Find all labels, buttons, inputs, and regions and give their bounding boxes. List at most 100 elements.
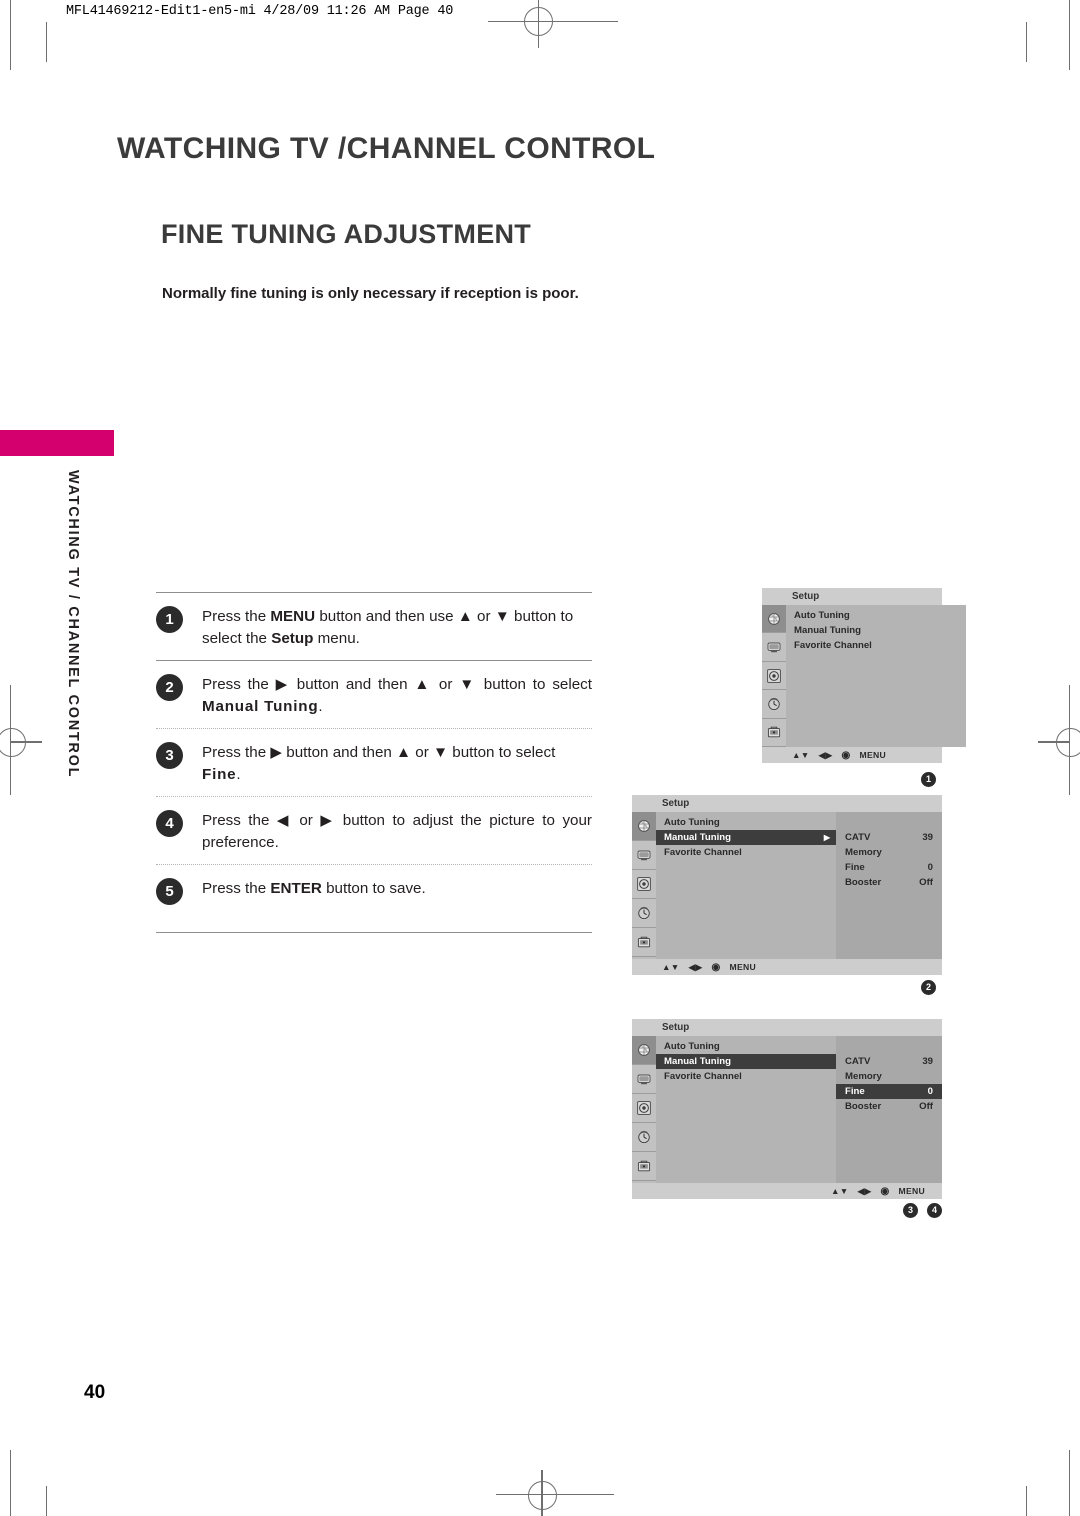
osd-title-bar: Setup [632, 795, 942, 812]
osd-menu-item[interactable]: Favorite Channel [656, 1069, 836, 1084]
osd-setting-row[interactable]: Fine 0 [836, 1084, 942, 1099]
osd-menu-item[interactable]: Manual Tuning [656, 1054, 836, 1069]
picture-icon[interactable] [632, 1065, 656, 1094]
left-right-arrows-icon: ◀▶ [818, 749, 833, 760]
osd-footer-hints: ▲▼ ◀▶ ◉ MENU [762, 747, 942, 763]
osd-step-marker: 4 [927, 1203, 942, 1218]
osd-setting-row[interactable]: CATV 39 [845, 1054, 942, 1069]
osd-category-rail [762, 605, 786, 748]
step-text: Press the MENU button and then use ▲ or … [202, 604, 592, 649]
time-icon[interactable] [632, 899, 656, 928]
osd-screenshot-3: Setup Auto Tuning Manual Tuning Favorite Ch… [632, 1019, 942, 1199]
menu-hint-label: MENU [729, 962, 756, 972]
step-text: Press the ▶ button and then ▲ or ▼ butto… [202, 672, 592, 717]
step-number-badge: 2 [156, 674, 183, 701]
osd-setting-value: 0 [927, 1086, 933, 1097]
picture-icon[interactable] [762, 633, 786, 662]
step-text-emphasis: Fine [202, 765, 237, 783]
osd-setting-label: Booster [845, 877, 882, 888]
osd-category-rail [632, 812, 656, 959]
step-number-badge: 5 [156, 878, 183, 905]
crop-line-bottom-left-v [10, 1450, 11, 1516]
channel-icon[interactable] [762, 605, 786, 634]
channel-icon[interactable] [632, 812, 656, 841]
crop-tick-bottom-left [46, 1486, 47, 1516]
lock-icon[interactable] [632, 928, 656, 957]
left-right-arrows-icon: ◀▶ [688, 961, 703, 972]
osd-menu-item[interactable]: Manual Tuning ▶ [656, 830, 836, 845]
steps-list: 1 Press the MENU button and then use ▲ or… [156, 592, 592, 933]
osd-setting-label: Memory [845, 1071, 882, 1082]
reg-bottom-circle [528, 1481, 557, 1510]
osd-menu-item[interactable]: Auto Tuning [786, 608, 966, 623]
osd-setting-row[interactable]: Booster Off [845, 875, 942, 890]
osd-setting-row[interactable]: Fine 0 [845, 860, 942, 875]
menu-hint-label: MENU [898, 1186, 925, 1196]
osd-category-rail [632, 1036, 656, 1183]
osd-menu-item-label: Manual Tuning [664, 832, 731, 843]
osd-menu-item-label: Manual Tuning [794, 625, 861, 636]
audio-icon[interactable] [632, 870, 656, 899]
audio-icon[interactable] [762, 661, 786, 691]
osd-step-marker: 1 [921, 772, 936, 787]
osd-menu-item[interactable]: Auto Tuning [656, 1039, 836, 1054]
osd-setting-row[interactable]: Booster Off [845, 1099, 942, 1114]
step-text-emphasis: Setup [271, 629, 314, 647]
osd-setting-label: CATV [845, 1056, 871, 1067]
osd-setting-label: Booster [845, 1101, 882, 1112]
osd-setting-label: Fine [845, 1086, 865, 1097]
osd-setting-value: Off [919, 1101, 933, 1112]
step-separator-5 [156, 932, 592, 933]
reg-top-h [488, 21, 618, 22]
osd-title-bar: Setup [762, 588, 942, 605]
step-text-segment: Press the ▶ button and then ▲ or ▼ butto… [202, 744, 556, 761]
reg-right-circle [1056, 728, 1080, 757]
crop-tick-bottom-right [1026, 1486, 1027, 1516]
osd-menu-item-label: Favorite Channel [794, 640, 872, 651]
osd-setting-label: Memory [845, 847, 882, 858]
osd-settings-column: CATV 39 Memory Fine 0 Booster Off [836, 812, 942, 959]
section-title: FINE TUNING ADJUSTMENT [161, 219, 532, 249]
audio-icon[interactable] [632, 1094, 656, 1123]
step-item: 4 Press the ◀ or ▶ button to adjust the p… [156, 797, 592, 864]
step-text-segment: button to save. [321, 880, 426, 897]
osd-setting-value: 0 [927, 862, 933, 873]
channel-icon[interactable] [632, 1036, 656, 1065]
osd-menu-item-label: Auto Tuning [664, 817, 720, 828]
time-icon[interactable] [632, 1123, 656, 1152]
step-item: 1 Press the MENU button and then use ▲ or… [156, 593, 592, 660]
osd-menu-item[interactable]: Favorite Channel [786, 638, 966, 653]
lock-icon[interactable] [632, 1152, 656, 1181]
crop-line-top-left-v [10, 0, 11, 70]
osd-footer-hints: ▲▼ ◀▶ ◉ MENU [632, 959, 942, 975]
time-icon[interactable] [762, 690, 786, 719]
running-head-vertical: WATCHING TV / CHANNEL CONTROL [65, 470, 81, 779]
osd-setting-row[interactable]: Memory [845, 1069, 942, 1084]
osd-menu-item[interactable]: Manual Tuning [786, 623, 966, 638]
crop-line-top-right-v [1069, 0, 1070, 70]
step-text-emphasis: Manual Tuning [202, 697, 319, 715]
step-text-segment: menu. [313, 629, 360, 647]
lock-icon[interactable] [762, 718, 786, 748]
osd-setting-row[interactable]: Memory [845, 845, 942, 860]
up-down-arrows-icon: ▲▼ [792, 750, 810, 760]
osd-footer-hints: ▲▼ ◀▶ ◉ MENU [632, 1183, 942, 1199]
osd-menu-item[interactable]: Favorite Channel [656, 845, 836, 860]
reg-left-circle [0, 728, 26, 757]
osd-setting-row[interactable]: CATV 39 [845, 830, 942, 845]
osd-body: Auto Tuning Manual Tuning Favorite Channel [762, 605, 966, 748]
osd-menu-item-label: Manual Tuning [664, 1056, 731, 1067]
osd-body: Auto Tuning Manual Tuning Favorite Channel… [632, 1036, 942, 1183]
step-text: Press the ◀ or ▶ button to adjust the pi… [202, 808, 592, 853]
step-text-segment: Press the [202, 880, 271, 897]
picture-icon[interactable] [632, 841, 656, 870]
step-text-segment: . [236, 765, 241, 783]
step-item: 5 Press the ENTER button to save. [156, 865, 592, 932]
intro-note: Normally fine tuning is only necessary i… [162, 285, 579, 302]
osd-menu-item-label: Auto Tuning [664, 1041, 720, 1052]
osd-body: Auto Tuning Manual Tuning ▶ Favorite Channe… [632, 812, 942, 959]
osd-title-bar: Setup [632, 1019, 942, 1036]
osd-menu-item[interactable]: Auto Tuning [656, 815, 836, 830]
step-text-segment: Press the [202, 608, 271, 625]
osd-screenshot-2: Setup Auto Tuning Manual Tuning ▶ Favorite C… [632, 795, 942, 975]
